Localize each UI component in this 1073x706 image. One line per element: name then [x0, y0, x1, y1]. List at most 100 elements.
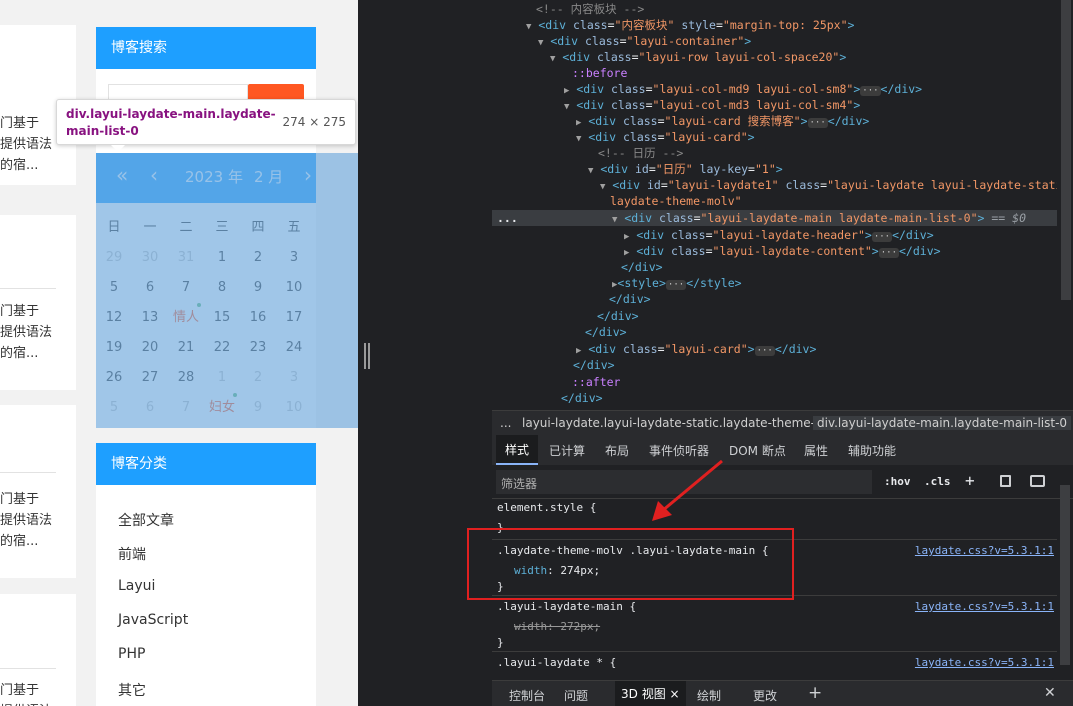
dom-close-tag[interactable]: </div> [621, 259, 663, 275]
dom-node[interactable]: ▼ <div class="layui-row layui-col-space2… [550, 49, 846, 65]
calendar-day[interactable]: 10 [276, 393, 312, 423]
calendar-day[interactable]: 19 [96, 333, 132, 363]
sidebar-toggle-icon[interactable] [1030, 475, 1045, 487]
next-month-icon[interactable]: › [304, 163, 312, 187]
dom-node[interactable]: ▼ <div class="layui-col-md3 layui-col-sm… [564, 97, 860, 113]
dom-attr-continuation[interactable]: laydate-theme-molv" [610, 193, 742, 209]
collapse-triangle-icon[interactable]: ▼ [612, 215, 617, 225]
prev-month-icon[interactable]: ‹ [150, 163, 158, 187]
calendar-day-festival[interactable]: 情人 [168, 303, 204, 333]
dom-pseudo-before[interactable]: ::before [572, 65, 627, 81]
calendar-day[interactable]: 3 [276, 243, 312, 273]
tab-computed[interactable]: 已计算 [549, 442, 585, 459]
calendar-day[interactable]: 27 [132, 363, 168, 393]
calendar-day[interactable]: 15 [204, 303, 240, 333]
calendar-day[interactable]: 1 [204, 363, 240, 393]
drawer-tab-issues[interactable]: 问题 [564, 687, 588, 704]
dom-close-tag[interactable]: </div> [597, 308, 639, 324]
calendar-day[interactable]: 23 [240, 333, 276, 363]
expand-triangle-icon[interactable]: ▶ [576, 346, 581, 356]
calendar-day[interactable]: 17 [276, 303, 312, 333]
dom-scrollbar[interactable] [1061, 0, 1071, 300]
dom-close-tag[interactable]: </div> [573, 357, 615, 373]
calendar-day[interactable]: 12 [96, 303, 132, 333]
dom-node[interactable]: ▶ <div class="layui-laydate-header"> ··· <… [624, 227, 934, 243]
ellipsis-icon[interactable]: ··· [665, 280, 687, 290]
dom-close-tag[interactable]: </div> [609, 291, 651, 307]
rule-selector[interactable]: .layui-laydate * { [497, 655, 616, 671]
drawer-tab-rendering[interactable]: 绘制 [697, 687, 721, 704]
dom-close-tag[interactable]: </div> [585, 324, 627, 340]
breadcrumb-item-active[interactable]: div.layui-laydate-main.laydate-main-list… [813, 416, 1072, 430]
tab-styles[interactable]: 样式 [496, 435, 539, 465]
dom-node-selected[interactable]: ... ▼ <div class="layui-laydate-main layd… [492, 210, 1057, 226]
dom-node[interactable]: ▼ <div id="日历" lay-key="1"> [588, 161, 783, 177]
collapse-triangle-icon[interactable]: ▼ [600, 182, 605, 192]
calendar-day[interactable]: 21 [168, 333, 204, 363]
category-item[interactable]: PHP [118, 646, 145, 662]
dom-node[interactable]: ▶ <div class="layui-card 搜索博客"> ··· </div> [576, 113, 869, 129]
drawer-tab-console[interactable]: 控制台 [509, 687, 545, 704]
collapse-triangle-icon[interactable]: ▼ [564, 102, 569, 112]
calendar-day[interactable]: 31 [168, 243, 204, 273]
calendar-day[interactable]: 2 [240, 243, 276, 273]
calendar-day-festival[interactable]: 妇女 [204, 393, 240, 423]
rule-source-link[interactable]: laydate.css?v=5.3.1:1 [915, 655, 1054, 671]
dom-node[interactable]: ▶ <div class="layui-laydate-content"> ···… [624, 243, 941, 259]
dom-node[interactable]: ▼ <div class="内容板块" style="margin-top: 2… [526, 17, 854, 33]
calendar-day[interactable]: 1 [204, 243, 240, 273]
calendar-day[interactable]: 28 [168, 363, 204, 393]
calendar-day[interactable]: 3 [276, 363, 312, 393]
tab-layout[interactable]: 布局 [605, 442, 629, 459]
ellipsis-icon[interactable]: ··· [878, 248, 899, 258]
ellipsis-icon[interactable]: ··· [754, 346, 775, 356]
calendar-day[interactable]: 6 [132, 393, 168, 423]
collapse-triangle-icon[interactable]: ▼ [576, 134, 581, 144]
rule-declaration-overridden[interactable]: width: 272px; [514, 619, 600, 635]
tab-properties[interactable]: 属性 [804, 442, 828, 459]
category-item[interactable]: 全部文章 [118, 510, 174, 530]
calendar-day[interactable]: 20 [132, 333, 168, 363]
close-drawer-icon[interactable]: ✕ [1044, 685, 1056, 701]
drawer-tab-3d-view[interactable]: 3D 视图 × [615, 681, 686, 706]
collapse-triangle-icon[interactable]: ▼ [588, 166, 593, 176]
collapse-triangle-icon[interactable]: ▼ [538, 38, 543, 48]
calendar-day[interactable]: 6 [132, 273, 168, 303]
add-tab-icon[interactable]: + [808, 683, 822, 703]
collapse-triangle-icon[interactable]: ▼ [550, 54, 555, 64]
calendar-day[interactable]: 30 [132, 243, 168, 273]
rule-selector[interactable]: .layui-laydate-main { [497, 599, 636, 615]
collapse-triangle-icon[interactable]: ▼ [526, 22, 531, 32]
category-item[interactable]: JavaScript [118, 612, 188, 628]
close-tab-icon[interactable]: × [670, 687, 680, 701]
calendar-day[interactable]: 5 [96, 273, 132, 303]
rule-selector[interactable]: element.style { [497, 500, 596, 516]
calendar-day[interactable]: 24 [276, 333, 312, 363]
expand-triangle-icon[interactable]: ▶ [564, 86, 569, 96]
drawer-tab-changes[interactable]: 更改 [753, 687, 777, 704]
dom-close-tag[interactable]: </div> [561, 390, 603, 406]
dom-comment[interactable]: <!-- 日历 --> [598, 145, 683, 161]
expand-triangle-icon[interactable]: ▶ [576, 118, 581, 128]
calendar-day[interactable]: 9 [240, 393, 276, 423]
hov-toggle[interactable]: :hov [884, 475, 911, 488]
cls-toggle[interactable]: .cls [924, 475, 951, 488]
dom-comment[interactable]: <!-- 内容板块 --> [536, 1, 644, 17]
dom-node[interactable]: ▶ <div class="layui-card"> ··· </div> [576, 341, 816, 357]
dom-node[interactable]: ▼ <div class="layui-card"> [576, 129, 755, 145]
ellipsis-icon[interactable]: ··· [807, 118, 828, 128]
dom-node[interactable]: ▼ <div class="layui-container"> [538, 33, 751, 49]
expand-triangle-icon[interactable]: ▶ [624, 248, 629, 258]
expand-triangle-icon[interactable]: ▶ [624, 232, 629, 242]
calendar-day[interactable]: 26 [96, 363, 132, 393]
category-item[interactable]: Layui [118, 578, 155, 594]
ellipsis-icon[interactable]: ··· [871, 232, 893, 242]
new-rule-icon[interactable]: + [965, 471, 975, 490]
category-item[interactable]: 其它 [118, 680, 146, 700]
calendar-day[interactable]: 5 [96, 393, 132, 423]
dom-node[interactable]: ▶ <div class="layui-col-md9 layui-col-sm… [564, 81, 922, 97]
dom-node[interactable]: ▼ <div id="layui-laydate1" class="layui-… [600, 177, 1057, 193]
calendar-day[interactable]: 2 [240, 363, 276, 393]
panel-resize-handle[interactable] [364, 343, 370, 369]
rule-source-link[interactable]: laydate.css?v=5.3.1:1 [915, 599, 1054, 615]
